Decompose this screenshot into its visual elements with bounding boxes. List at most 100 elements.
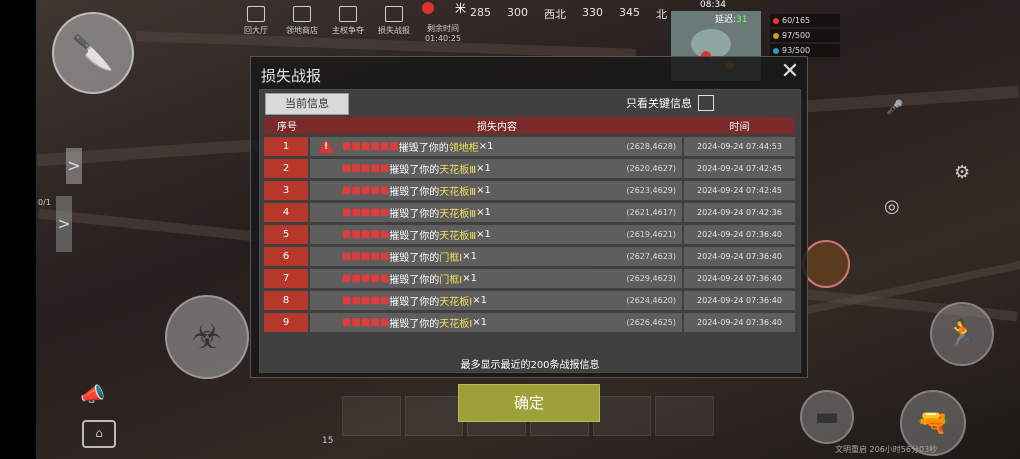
coordinates: (2626,4625) bbox=[626, 318, 676, 327]
footer-note: 最多显示最近的200条战报信息 bbox=[460, 360, 600, 371]
close-icon[interactable]: ✕ bbox=[779, 61, 801, 83]
microphone-icon[interactable]: 🎤 bbox=[886, 100, 903, 116]
confirm-button[interactable]: 确定 bbox=[458, 384, 600, 422]
key-info-filter[interactable]: 只看关键信息 bbox=[626, 95, 714, 111]
row-number: 4 bbox=[264, 203, 308, 222]
table-row: 9 ■■■■■ 摧毁了你的 天花板Ⅰ ×1 (2626,4625) 2024-09-24 0… bbox=[264, 313, 795, 332]
action-text: 摧毁了你的 bbox=[389, 165, 440, 176]
report-panel: 当前信息 只看关键信息 序号 损失内容 时间 1■■■■■■摧毁了你的领地柜×1… bbox=[259, 89, 801, 373]
row-number: 9 bbox=[264, 313, 308, 332]
tab-current-info[interactable]: 当前信息 bbox=[265, 93, 349, 115]
coordinates: (2627,4623) bbox=[626, 252, 676, 261]
distance-readout: 米 bbox=[455, 2, 466, 15]
item-qty: ×1 bbox=[476, 185, 491, 196]
lobby-button[interactable]: 回大厅 bbox=[236, 0, 276, 40]
row-number: 2 bbox=[264, 159, 308, 178]
row-content: ■■■■■ 摧毁了你的 门框Ⅰ ×1 (2627,4623) bbox=[310, 247, 682, 266]
action-text: 摧毁了你的 bbox=[398, 143, 449, 154]
whistle-icon[interactable]: 📣 bbox=[80, 382, 105, 406]
row-time: 2024-09-24 07:36:40 bbox=[684, 291, 795, 310]
coordinates: (2623,4629) bbox=[626, 186, 676, 195]
stat-food: 97/500 bbox=[770, 29, 840, 42]
attacker-name: ■■■■■ bbox=[342, 207, 390, 218]
location-pin-icon bbox=[422, 2, 434, 14]
key-info-checkbox[interactable] bbox=[698, 95, 714, 111]
row-content: ■■■■■■摧毁了你的领地柜×1 (2628,4628) bbox=[310, 137, 682, 156]
server-status: 文明重启 206小时56分03秒 bbox=[835, 445, 938, 454]
compass-bar: 285 300 西北 330 345 北 bbox=[470, 6, 667, 21]
sovereignty-button[interactable]: 主权争夺 bbox=[328, 0, 368, 40]
hotbar-number: 15 bbox=[322, 436, 334, 446]
row-time: 2024-09-24 07:36:40 bbox=[684, 225, 795, 244]
row-number: 1 bbox=[264, 137, 308, 156]
item-name: 门框Ⅰ bbox=[439, 253, 463, 264]
row-time: 2024-09-24 07:36:40 bbox=[684, 313, 795, 332]
item-qty: ×1 bbox=[478, 141, 494, 152]
map-icon[interactable]: ⌂ bbox=[82, 420, 116, 448]
stat-health: 60/165 bbox=[770, 14, 840, 27]
avatar[interactable] bbox=[802, 240, 850, 288]
hotbar-slot[interactable] bbox=[655, 396, 715, 436]
table-header: 序号 损失内容 时间 bbox=[264, 117, 795, 134]
shop-icon bbox=[293, 6, 311, 22]
loss-report-button[interactable]: 损失战报 bbox=[374, 0, 414, 40]
warning-icon bbox=[318, 139, 334, 153]
coordinates: (2628,4628) bbox=[626, 142, 676, 151]
gear-icon[interactable]: ⚙ bbox=[954, 162, 970, 183]
book-icon bbox=[339, 6, 357, 22]
row-content: ■■■■■ 摧毁了你的 天花板Ⅲ ×1 (2623,4629) bbox=[310, 181, 682, 200]
item-name: 天花板Ⅲ bbox=[439, 231, 477, 242]
location-icon[interactable]: ◎ bbox=[884, 196, 900, 217]
table-row: 7 ■■■■■ 摧毁了你的 门框Ⅰ ×1 (2629,4623) 2024-09-24 07… bbox=[264, 269, 795, 288]
attacker-name: ■■■■■■ bbox=[342, 141, 399, 152]
row-time: 2024-09-24 07:42:45 bbox=[684, 181, 795, 200]
report-rows: 1■■■■■■摧毁了你的领地柜×1(2628,4628)2024-09-24 0… bbox=[264, 137, 795, 335]
item-qty: ×1 bbox=[462, 273, 477, 284]
item-name: 领地柜 bbox=[448, 143, 479, 154]
hotbar-slot[interactable] bbox=[592, 396, 652, 436]
side-expand-arrow[interactable]: > bbox=[66, 148, 82, 184]
item-name: 天花板Ⅰ bbox=[439, 297, 473, 308]
crouch-button[interactable]: 🏃 bbox=[930, 302, 994, 366]
side-expand-arrow-2[interactable]: > bbox=[56, 196, 72, 252]
home-icon bbox=[247, 6, 265, 22]
hotbar-slot[interactable] bbox=[404, 396, 464, 436]
table-row: 4 ■■■■■ 摧毁了你的 天花板Ⅲ ×1 (2621,4617) 2024-09-24 0… bbox=[264, 203, 795, 222]
battle-icon bbox=[385, 6, 403, 22]
action-text: 摧毁了你的 bbox=[389, 319, 440, 330]
row-time: 2024-09-24 07:44:53 bbox=[684, 137, 795, 156]
dialog-title: 损失战报 bbox=[261, 67, 322, 85]
coordinates: (2620,4627) bbox=[626, 164, 676, 173]
row-number: 3 bbox=[264, 181, 308, 200]
item-name: 天花板Ⅲ bbox=[439, 209, 477, 220]
item-qty: ×1 bbox=[476, 207, 491, 218]
coordinates: (2629,4623) bbox=[626, 274, 676, 283]
prone-button[interactable]: ▬ bbox=[800, 390, 854, 444]
table-row: 3 ■■■■■ 摧毁了你的 天花板Ⅲ ×1 (2623,4629) 2024-09-24 0… bbox=[264, 181, 795, 200]
row-content: ■■■■■ 摧毁了你的 天花板Ⅲ ×1 (2621,4617) bbox=[310, 203, 682, 222]
knife-icon[interactable]: 🔪 bbox=[52, 12, 134, 94]
attacker-name: ■■■■■ bbox=[342, 273, 390, 284]
row-time: 2024-09-24 07:42:36 bbox=[684, 203, 795, 222]
action-text: 摧毁了你的 bbox=[389, 297, 440, 308]
table-row: 8 ■■■■■ 摧毁了你的 天花板Ⅰ ×1 (2624,4620) 2024-09-24 0… bbox=[264, 291, 795, 310]
table-row: 6 ■■■■■ 摧毁了你的 门框Ⅰ ×1 (2627,4623) 2024-09-24 07… bbox=[264, 247, 795, 266]
header-time: 时间 bbox=[729, 122, 750, 133]
filter-label: 只看关键信息 bbox=[626, 97, 692, 110]
table-row: 2 ■■■■■ 摧毁了你的 天花板Ⅲ ×1 (2620,4627) 2024-09-24 0… bbox=[264, 159, 795, 178]
row-content: ■■■■■ 摧毁了你的 天花板Ⅲ ×1 (2619,4621) bbox=[310, 225, 682, 244]
attacker-name: ■■■■■ bbox=[342, 251, 390, 262]
hotbar-slot[interactable] bbox=[342, 396, 401, 436]
item-name: 天花板Ⅰ bbox=[439, 319, 473, 330]
territory-shop-button[interactable]: 领地商店 bbox=[282, 0, 322, 40]
attacker-name: ■■■■■ bbox=[342, 229, 390, 240]
left-letterbox bbox=[0, 0, 36, 459]
item-qty: ×1 bbox=[472, 295, 487, 306]
player-stats: 60/165 97/500 93/500 bbox=[770, 14, 840, 59]
biohazard-icon[interactable]: ☣ bbox=[165, 295, 249, 379]
item-qty: ×1 bbox=[472, 317, 487, 328]
header-no: 序号 bbox=[277, 122, 297, 133]
row-number: 6 bbox=[264, 247, 308, 266]
hud-top-buttons: 回大厅 领地商店 主权争夺 损失战报 bbox=[236, 0, 414, 44]
coordinates: (2624,4620) bbox=[626, 296, 676, 305]
